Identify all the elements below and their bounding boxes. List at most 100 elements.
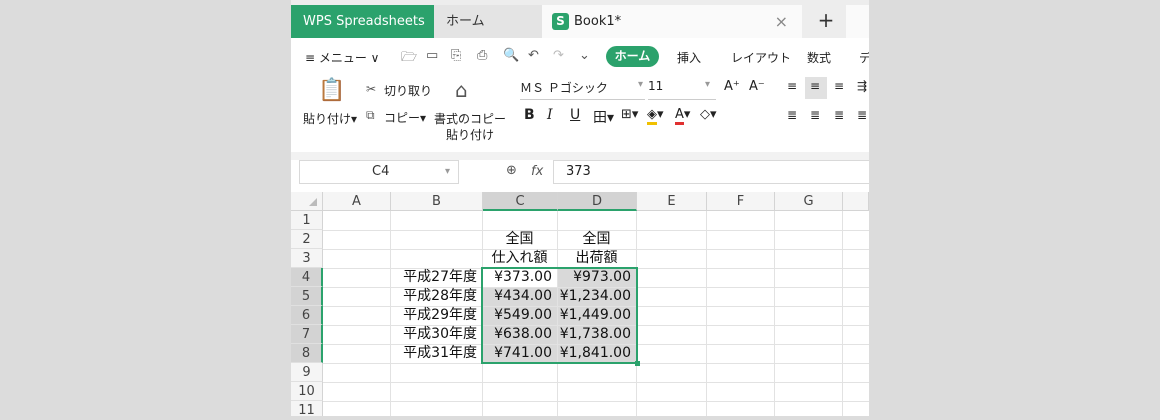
zoom-formula-icon[interactable]: ⊕ [506,163,517,178]
cell-b7[interactable]: 平成30年度 [390,325,482,344]
open-folder-icon[interactable]: 🗁 [401,48,417,70]
row-header-6[interactable]: 6 [291,306,323,325]
selection-border [481,267,638,364]
column-header-h[interactable] [843,192,869,211]
fill-handle[interactable] [635,361,640,366]
cell-d2[interactable]: 全国 [557,230,636,249]
italic-icon[interactable]: I [547,107,553,123]
align-right-icon[interactable]: ≣ [834,108,844,122]
chevron-down-icon: ▾ [637,79,643,90]
print-preview-icon[interactable]: 🔍 [503,48,519,63]
menu-row: ≡ メニュー ∨ 🗁 ▭ ⎘ ⎙ 🔍 ↶ ↷ ⌄ ホーム 挿入 レイアウト 数式… [291,38,869,74]
paste-label: 貼り付け [303,112,352,126]
name-box-value: C4 [372,164,390,179]
scissors-icon[interactable]: ✂ [366,82,376,96]
paste-button[interactable]: 貼り付け▾ [303,110,357,127]
tab-strip-filler [846,5,869,38]
paste-icon[interactable]: 📋 [318,78,345,103]
row-header-7[interactable]: 7 [291,325,323,344]
main-menu-button[interactable]: ≡ メニュー ∨ [305,49,379,66]
row-header-5[interactable]: 5 [291,287,323,306]
fill-color-icon[interactable]: ◈▾ [647,107,664,125]
save-icon[interactable]: ▭ [426,48,438,63]
column-header-f[interactable]: F [707,192,775,211]
print-icon[interactable]: ⎙ [477,48,487,63]
underline-icon[interactable]: U [570,107,580,123]
spreadsheet-grid: A B C D E F G 1 2 3 4 5 6 7 8 9 10 11 全国… [291,192,869,416]
row-header-3[interactable]: 3 [291,249,323,268]
row-header-10[interactable]: 10 [291,382,323,401]
column-header-a[interactable]: A [323,192,391,211]
formula-input[interactable]: 373 [553,160,869,184]
fill-pattern-icon[interactable]: ⊞▾ [621,107,638,122]
customize-toolbar-icon[interactable]: ⌄ [579,48,590,63]
spreadsheet-icon: S [552,13,569,30]
font-size-select[interactable]: 11 ▾ [648,79,716,100]
close-tab-icon[interactable]: × [775,5,788,38]
wps-window: WPS Spreadsheets ホーム S Book1* × + ≡ メニュー… [291,0,869,416]
cell-b8[interactable]: 平成31年度 [390,344,482,363]
cell-d3[interactable]: 出荷額 [557,249,636,268]
increase-font-icon[interactable]: A⁺ [724,79,740,94]
row-header-1[interactable]: 1 [291,211,323,230]
row-header-11[interactable]: 11 [291,401,323,416]
row-header-8[interactable]: 8 [291,344,323,363]
align-left-icon[interactable]: ≣ [787,108,797,122]
fx-icon[interactable]: fx [531,164,543,179]
ribbon-tab-formulas[interactable]: 数式 [807,49,831,66]
format-painter-icon[interactable]: ⌂ [455,78,468,102]
decrease-font-icon[interactable]: A⁻ [749,79,765,94]
cut-button[interactable]: 切り取り [384,82,432,99]
ribbon-tab-layout[interactable]: レイアウト [731,49,791,66]
format-painter-label-2[interactable]: 貼り付け [446,126,494,143]
column-header-e[interactable]: E [637,192,707,211]
new-tab-button[interactable]: + [816,5,836,38]
align-center-icon[interactable]: ≣ [810,108,820,122]
cell-b6[interactable]: 平成29年度 [390,306,482,325]
export-pdf-icon[interactable]: ⎘ [451,48,461,63]
grid-line [323,401,869,402]
row-header-4[interactable]: 4 [291,268,323,287]
border-icon[interactable]: 田▾ [593,107,614,127]
ribbon-tab-data[interactable]: デ [859,49,869,66]
align-top-icon[interactable]: ≡ [787,79,797,93]
tab-wps-spreadsheets[interactable]: WPS Spreadsheets [291,5,434,38]
copy-icon[interactable]: ⧉ [366,108,375,123]
row-header-9[interactable]: 9 [291,363,323,382]
format-painter-label-1[interactable]: 書式のコピー [434,110,506,127]
clear-format-icon[interactable]: ◇▾ [700,107,717,122]
chevron-down-icon: ▾ [704,79,710,90]
tab-bar: WPS Spreadsheets ホーム S Book1* × + [291,0,869,38]
bold-icon[interactable]: B [524,107,535,123]
redo-icon[interactable]: ↷ [553,48,564,63]
orientation-icon[interactable]: ⇶ [857,79,867,93]
cell-c2[interactable]: 全国 [482,230,557,249]
column-header-g[interactable]: G [775,192,843,211]
column-header-b[interactable]: B [391,192,483,211]
column-header-c[interactable]: C [483,192,558,211]
ribbon: 📋 貼り付け▾ ✂ 切り取り ⧉ コピー▾ ⌂ 書式のコピー 貼り付け ＭＳ Ｐ… [291,74,869,152]
ribbon-tab-home[interactable]: ホーム [606,46,659,67]
font-color-icon[interactable]: A▾ [675,107,690,125]
row-header-2[interactable]: 2 [291,230,323,249]
tab-home[interactable]: ホーム [434,5,542,38]
name-box[interactable]: C4 ▾ [299,160,459,184]
justify-icon[interactable]: ≣ [857,108,867,122]
tab-book1-label: Book1* [574,14,622,29]
grid-line [774,211,775,416]
copy-button[interactable]: コピー▾ [384,109,426,126]
align-bottom-icon[interactable]: ≡ [834,79,844,93]
cell-c3[interactable]: 仕入れ額 [482,249,557,268]
tab-book1[interactable]: S Book1* × [542,5,802,38]
column-header-d[interactable]: D [558,192,637,211]
align-middle-icon[interactable]: ≡ [810,79,820,93]
select-all-corner[interactable] [291,192,323,211]
cell-b5[interactable]: 平成28年度 [390,287,482,306]
ribbon-tab-insert[interactable]: 挿入 [677,49,701,66]
font-name-select[interactable]: ＭＳ Ｐゴシック ▾ [520,79,645,100]
grid-line [323,382,869,383]
cell-b4[interactable]: 平成27年度 [390,268,482,287]
chevron-down-icon: ▾ [444,166,450,177]
copy-label: コピー [384,111,421,125]
undo-icon[interactable]: ↶ [528,48,539,63]
